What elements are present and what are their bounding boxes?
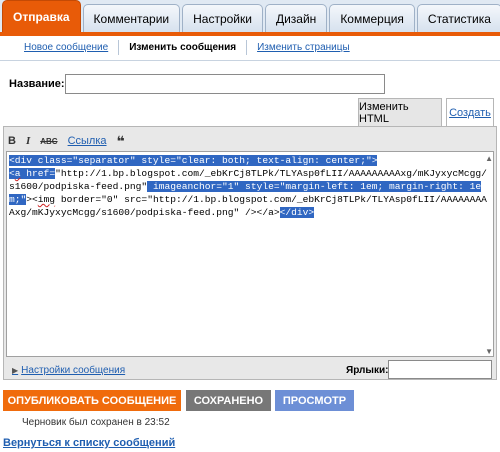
html-textarea[interactable]: <div class="separator" style="clear: bot… [6, 151, 494, 357]
bold-button[interactable]: B [8, 135, 16, 147]
title-input[interactable] [65, 74, 385, 94]
tab-edit-html[interactable]: Изменить HTML [358, 98, 442, 126]
link-button[interactable]: Ссылка [68, 135, 107, 147]
back-to-posts-link[interactable]: Вернуться к списку сообщений [3, 437, 175, 449]
sub-nav-bar: Новое сообщение Изменить сообщения Измен… [0, 36, 500, 61]
preview-button[interactable]: ПРОСМОТР [275, 390, 354, 411]
scroll-up-icon[interactable]: ▲ [485, 154, 493, 163]
spellcheck-button[interactable]: ABC [40, 137, 57, 146]
tab-comments[interactable]: Комментарии [82, 4, 181, 32]
labels-label: Ярлыки: [346, 365, 389, 376]
scroll-down-icon[interactable]: ▼ [485, 347, 493, 356]
tab-settings[interactable]: Настройки [182, 4, 263, 32]
code-selected-a-tag: a [14, 168, 21, 179]
post-settings-link[interactable]: ▶ Настройки сообщения [12, 365, 125, 376]
tab-stats[interactable]: Статистика [416, 4, 500, 32]
tab-monetize[interactable]: Коммерция [329, 4, 415, 32]
tab-design[interactable]: Дизайн [264, 4, 328, 32]
editor-toolbar: B I ABC Ссылка ❝ [8, 131, 125, 151]
code-plain-1: >< [26, 194, 38, 205]
title-label: Название: [9, 78, 65, 90]
sub-tab-new-post[interactable]: Новое сообщение [14, 40, 120, 55]
blockquote-button[interactable]: ❝ [117, 133, 125, 150]
code-plain-2: border="0" src="http://1.bp.blogspot.com… [9, 194, 487, 218]
tab-compose[interactable]: Создать [446, 98, 494, 126]
saved-button[interactable]: СОХРАНЕНО [186, 390, 271, 411]
code-selected-href: href= [20, 168, 56, 179]
tab-posting[interactable]: Отправка [2, 0, 81, 32]
code-img-tag: img [37, 194, 56, 205]
post-settings-label: Настройки сообщения [21, 365, 126, 376]
sub-tabs: Новое сообщение Изменить сообщения Измен… [14, 40, 360, 55]
top-tabs: Отправка Комментарии Настройки Дизайн Ко… [2, 0, 500, 32]
draft-saved-note: Черновик был сохранен в 23:52 [22, 417, 170, 428]
code-selected-close-div: </div> [279, 207, 315, 218]
sub-tab-edit-posts[interactable]: Изменить сообщения [119, 40, 248, 55]
italic-button[interactable]: I [26, 135, 30, 147]
sub-tab-edit-pages[interactable]: Изменить страницы [247, 40, 360, 55]
labels-input[interactable] [388, 360, 492, 379]
expand-triangle-icon: ▶ [12, 366, 19, 375]
top-nav-bar: Отправка Комментарии Настройки Дизайн Ко… [0, 0, 500, 36]
post-editor: B I ABC Ссылка ❝ <div class="separator" … [3, 126, 497, 380]
publish-button[interactable]: ОПУБЛИКОВАТЬ СООБЩЕНИЕ [3, 390, 181, 411]
